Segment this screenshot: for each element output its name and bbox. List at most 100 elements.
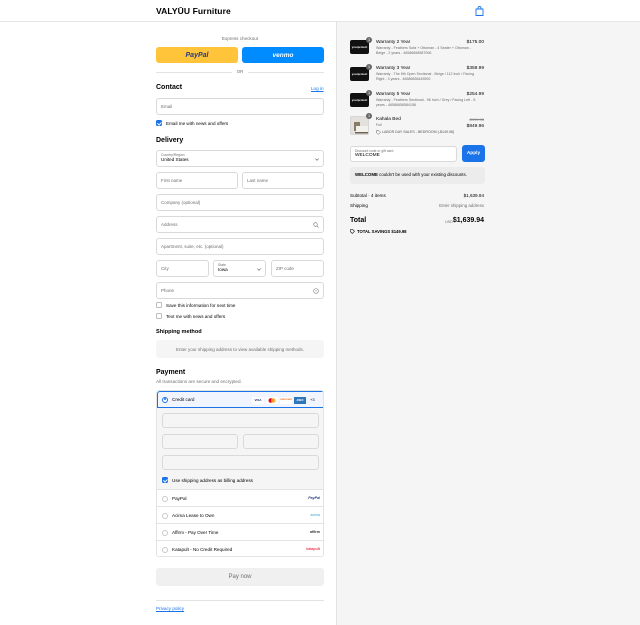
apartment-input[interactable]: Apartment, suite, etc. (optional) xyxy=(156,238,324,255)
quantity-badge: 1 xyxy=(366,64,372,70)
apartment-placeholder: Apartment, suite, etc. (optional) xyxy=(161,244,224,249)
order-summary: yourprotect 1 Warranty 2 Year Warranty -… xyxy=(336,22,640,625)
expiration-input[interactable] xyxy=(162,434,238,449)
shipping-message: Enter your shipping address to view avai… xyxy=(156,340,324,358)
discount-input[interactable]: Discount code or gift card WELCOME xyxy=(350,146,457,162)
paypal-option[interactable]: PayPal PayPal xyxy=(157,489,323,506)
thumbnail-text: yourprotect xyxy=(351,72,368,76)
credit-card-option[interactable]: Credit card VISA DISCOVER AMEX +3 xyxy=(157,391,323,408)
text-offers-label: Text me with news and offers xyxy=(166,313,226,319)
mastercard-icon xyxy=(266,396,278,404)
chevron-down-icon xyxy=(257,268,261,271)
save-info-checkbox[interactable] xyxy=(156,302,162,308)
savings-value: $149.98 xyxy=(391,229,407,234)
item-title: Warranty 2 Year xyxy=(376,40,411,45)
affirm-radio[interactable] xyxy=(162,529,168,536)
city-placeholder: City xyxy=(161,266,169,271)
phone-input[interactable]: Phone ? xyxy=(156,282,324,299)
payment-subtitle: All transactions are secure and encrypte… xyxy=(156,379,242,384)
paypal-button[interactable]: PayPal xyxy=(156,47,238,63)
chevron-down-icon xyxy=(315,158,319,161)
amex-label: AMEX xyxy=(296,398,304,402)
save-info-label: Save this information for next time xyxy=(166,302,236,308)
express-checkout-title: Express checkout xyxy=(221,36,259,41)
country-select[interactable]: Country/Region United States xyxy=(156,150,324,167)
savings-label: TOTAL SAVINGS xyxy=(357,229,391,234)
item-price: $359.99 xyxy=(466,66,484,71)
state-select[interactable]: State Iowa xyxy=(213,260,266,277)
apply-button[interactable]: Apply xyxy=(462,145,485,162)
login-link[interactable]: Log in xyxy=(311,86,324,91)
katapult-option[interactable]: Katapult - No Credit Required katapult xyxy=(157,540,323,556)
quantity-badge: 1 xyxy=(366,37,372,43)
address-input[interactable]: Address xyxy=(156,216,324,233)
delivery-heading: Delivery xyxy=(156,137,184,144)
total-value: $1,639.94 xyxy=(452,217,484,224)
discount-value: WELCOME xyxy=(355,153,380,158)
first-name-input[interactable]: First name xyxy=(156,172,238,189)
visa-icon: VISA xyxy=(252,396,264,404)
affirm-logo: affirm xyxy=(310,530,320,534)
credit-card-label: Credit card xyxy=(172,397,195,402)
item-price: $254.99 xyxy=(466,92,484,97)
payment-heading: Payment xyxy=(156,369,186,376)
card-number-input[interactable] xyxy=(162,413,319,428)
item-variant: Full xyxy=(376,123,382,127)
shipping-label: Shipping xyxy=(350,203,368,208)
zip-placeholder: ZIP code xyxy=(276,266,294,271)
savings-tag-icon xyxy=(350,229,355,234)
payment-methods: Credit card VISA DISCOVER AMEX +3 Use sh… xyxy=(156,390,324,557)
discount-error: WELCOME couldn't be used with your exist… xyxy=(350,167,485,184)
credit-card-radio[interactable] xyxy=(162,396,168,403)
shopping-bag-icon[interactable] xyxy=(475,6,484,16)
item-variant: Warranty - The 5th Open Sectional - Beig… xyxy=(376,72,475,81)
acima-option[interactable]: Acima Lease to Own acima xyxy=(157,506,323,523)
zip-input[interactable]: ZIP code xyxy=(271,260,324,277)
name-on-card-input[interactable] xyxy=(162,455,319,470)
acima-option-label: Acima Lease to Own xyxy=(172,512,215,518)
card-form: Use shipping address as billing address xyxy=(157,408,323,489)
total-savings: TOTAL SAVINGS $149.98 xyxy=(357,229,407,234)
or-label: OR xyxy=(232,69,248,74)
state-value: Iowa xyxy=(218,267,228,272)
venmo-button[interactable]: venmo xyxy=(242,47,324,63)
pay-now-label: Pay now xyxy=(228,574,252,580)
apply-label: Apply xyxy=(466,151,481,156)
billing-label: Use shipping address as billing address xyxy=(172,477,253,483)
billing-checkbox[interactable] xyxy=(162,477,168,483)
privacy-policy-link[interactable]: Privacy policy xyxy=(156,606,184,611)
error-message: couldn't be used with your existing disc… xyxy=(377,172,467,177)
brand-logo[interactable]: VALYŪU Furniture xyxy=(156,6,231,16)
security-code-input[interactable] xyxy=(243,434,319,449)
paypal-radio[interactable] xyxy=(162,495,168,502)
paypal-logo: PayPal xyxy=(308,496,320,500)
company-input[interactable]: Company (optional) xyxy=(156,194,324,211)
item-price: $175.00 xyxy=(466,40,484,45)
total-label: Total xyxy=(350,217,367,224)
katapult-radio[interactable] xyxy=(162,546,168,553)
discover-label: DISCOVER xyxy=(280,399,292,401)
first-name-placeholder: First name xyxy=(161,178,183,183)
affirm-option-label: Affirm - Pay Over Time xyxy=(172,529,219,535)
footer-divider xyxy=(156,600,324,601)
currency-code: USD xyxy=(445,220,454,224)
svg-text:?: ? xyxy=(315,289,317,293)
acima-radio[interactable] xyxy=(162,512,168,519)
shipping-message-text: Enter your shipping address to view avai… xyxy=(175,346,305,352)
paypal-label: PayPal xyxy=(185,51,209,59)
last-name-input[interactable]: Last name xyxy=(242,172,324,189)
pay-now-button[interactable]: Pay now xyxy=(156,568,324,586)
paypal-option-label: PayPal xyxy=(172,495,187,501)
item-title: Warranty 5 Year xyxy=(376,92,411,97)
tag-icon xyxy=(376,130,381,135)
text-offers-checkbox[interactable] xyxy=(156,313,162,319)
item-title: Warranty 3 Year xyxy=(376,66,411,71)
phone-placeholder: Phone xyxy=(161,288,175,293)
email-input[interactable]: Email xyxy=(156,98,324,115)
visa-label: VISA xyxy=(254,398,262,402)
affirm-option[interactable]: Affirm - Pay Over Time affirm xyxy=(157,523,323,540)
city-input[interactable]: City xyxy=(156,260,209,277)
bed-image xyxy=(354,122,368,134)
help-icon[interactable]: ? xyxy=(313,288,319,294)
news-checkbox[interactable] xyxy=(156,120,162,126)
